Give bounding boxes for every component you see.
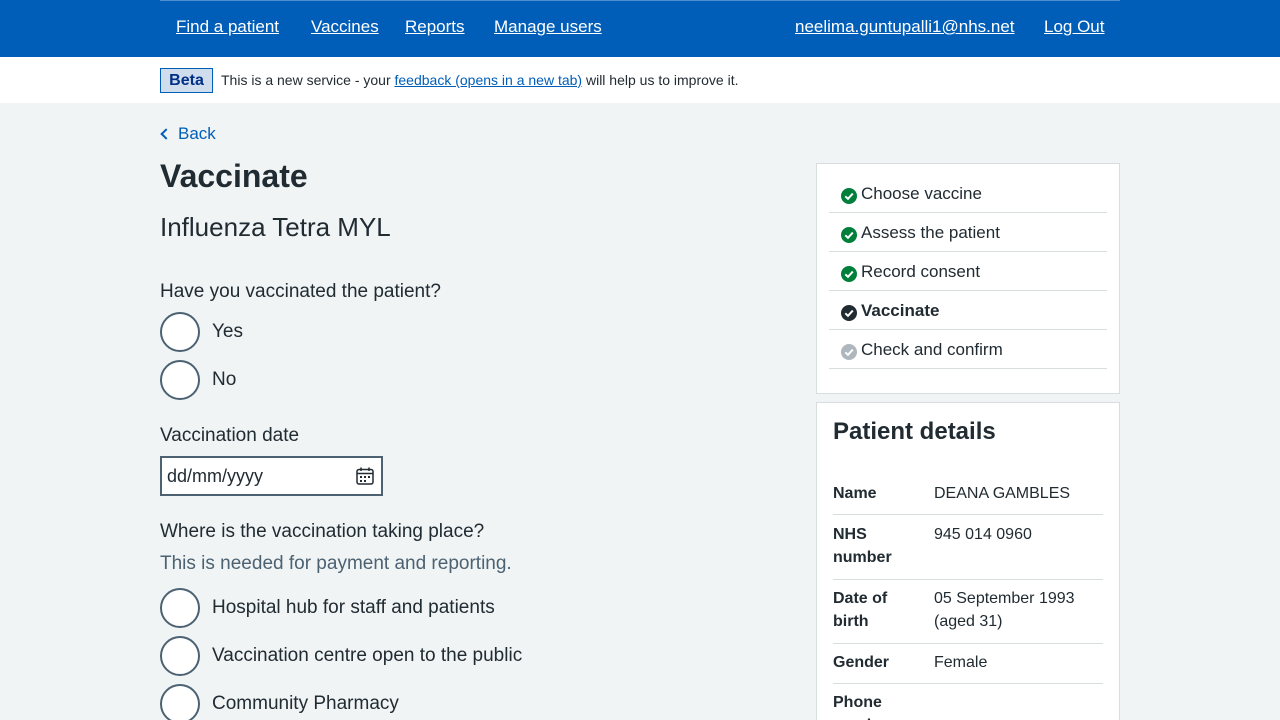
step-label: Check and confirm <box>861 340 1003 359</box>
logout-link[interactable]: Log Out <box>1044 17 1105 37</box>
radio-community-pharmacy-label[interactable]: Community Pharmacy <box>212 693 399 715</box>
beta-text-after: will help us to improve it. <box>582 72 739 88</box>
radio-no-label[interactable]: No <box>212 369 236 391</box>
patient-row-gender: Gender Female <box>833 651 1103 684</box>
patient-row-date-of-birth: Date of birth 05 September 1993 (aged 31… <box>833 587 1103 644</box>
row-value: 05 September 1993 (aged 31) <box>934 590 1075 630</box>
row-value: Female <box>934 654 988 671</box>
step-record-consent: Record consent <box>829 252 1107 291</box>
back-link[interactable]: Back <box>160 124 216 144</box>
step-label: Record consent <box>861 262 981 281</box>
vaccine-name: Influenza Tetra MYL <box>160 212 391 242</box>
beta-text: This is a new service - your feedback (o… <box>221 72 738 88</box>
location-question: Where is the vaccination taking place? <box>160 521 485 542</box>
nav-find-a-patient[interactable]: Find a patient <box>176 17 279 37</box>
row-key: Phone number <box>833 694 892 720</box>
row-key: Date of birth <box>833 590 888 630</box>
row-key: Name <box>833 485 877 502</box>
beta-text-before: This is a new service - your <box>221 72 395 88</box>
check-circle-green-icon <box>841 266 857 282</box>
calendar-icon[interactable] <box>356 467 374 485</box>
patient-row-name: Name DEANA GAMBLES <box>833 482 1103 515</box>
row-value: 945 014 0960 <box>934 526 1032 543</box>
step-check-confirm: Check and confirm <box>829 330 1107 369</box>
step-label: Vaccinate <box>861 301 940 320</box>
nav-reports[interactable]: Reports <box>405 17 465 37</box>
page-title: Vaccinate <box>160 158 308 194</box>
check-circle-green-icon <box>841 188 857 204</box>
row-key: NHS number <box>833 526 892 566</box>
patient-row-nhs-number: NHS number 945 014 0960 <box>833 523 1103 580</box>
check-circle-grey-icon <box>841 344 857 360</box>
vaccination-date-input[interactable] <box>160 456 383 496</box>
user-email-link[interactable]: neelima.guntupalli1@nhs.net <box>795 17 1015 37</box>
patient-row-phone: Phone number <box>833 691 1103 720</box>
radio-hospital-hub-label[interactable]: Hospital hub for staff and patients <box>212 597 495 619</box>
radio-vaccination-centre-label[interactable]: Vaccination centre open to the public <box>212 645 522 667</box>
radio-yes[interactable] <box>160 312 200 352</box>
radio-vaccination-centre[interactable] <box>160 636 200 676</box>
radio-hospital-hub[interactable] <box>160 588 200 628</box>
step-vaccinate: Vaccinate <box>829 291 1107 330</box>
patient-details-title: Patient details <box>833 418 996 445</box>
step-choose-vaccine: Choose vaccine <box>829 174 1107 213</box>
radio-yes-label[interactable]: Yes <box>212 321 243 343</box>
back-label: Back <box>178 124 216 143</box>
step-label: Choose vaccine <box>861 184 982 203</box>
row-key: Gender <box>833 654 890 671</box>
beta-tag: Beta <box>160 68 213 93</box>
check-circle-dark-icon <box>841 305 857 321</box>
feedback-link[interactable]: feedback (opens in a new tab) <box>395 72 583 88</box>
step-label: Assess the patient <box>861 223 1000 242</box>
vaccinated-question: Have you vaccinated the patient? <box>160 281 441 302</box>
location-hint: This is needed for payment and reporting… <box>160 553 512 574</box>
radio-community-pharmacy[interactable] <box>160 684 200 720</box>
step-assess-patient: Assess the patient <box>829 213 1107 252</box>
row-value: DEANA GAMBLES <box>934 485 1071 502</box>
nav-manage-users[interactable]: Manage users <box>494 17 602 37</box>
check-circle-green-icon <box>841 227 857 243</box>
nav-vaccines[interactable]: Vaccines <box>311 17 379 37</box>
date-label: Vaccination date <box>160 425 300 446</box>
chevron-left-icon <box>160 128 172 140</box>
radio-no[interactable] <box>160 360 200 400</box>
